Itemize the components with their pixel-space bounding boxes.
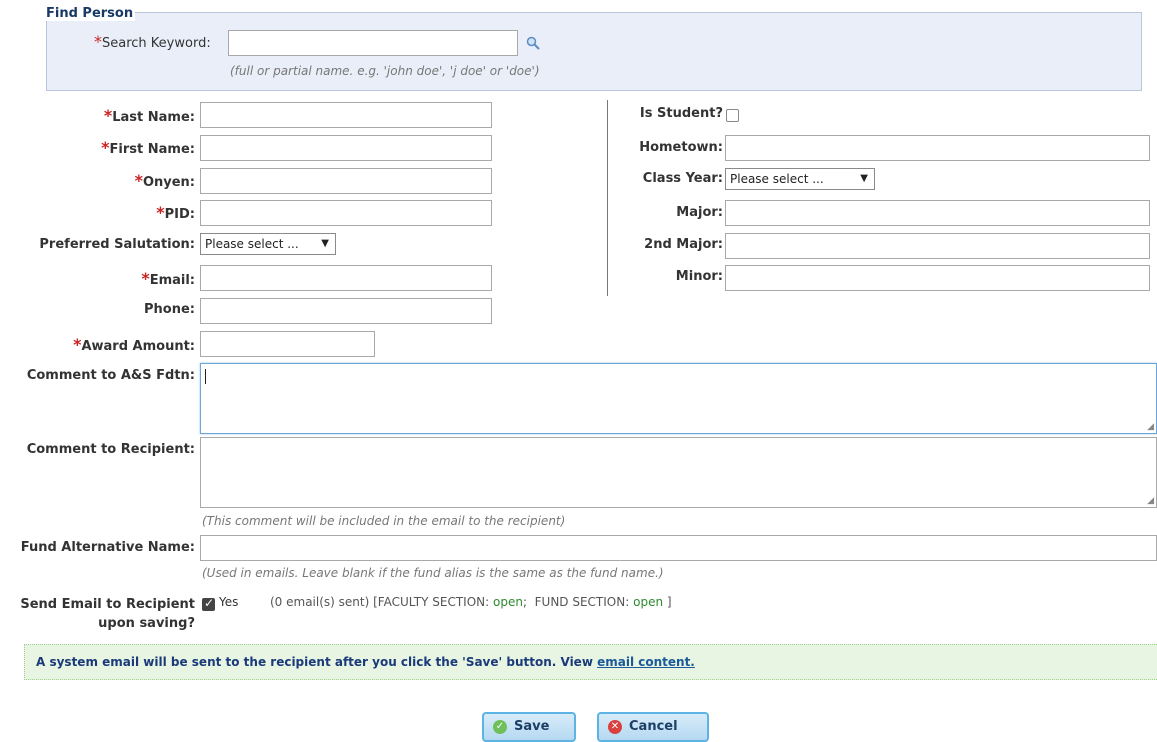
comment-fdtn-label: Comment to A&S Fdtn:: [26, 368, 195, 383]
email-status-text: (0 email(s) sent) [FACULTY SECTION: open…: [270, 595, 672, 609]
fund-alt-name-label: Fund Alternative Name:: [20, 540, 195, 555]
required-marker: *: [141, 269, 150, 288]
salutation-select[interactable]: Please select ... ▼: [200, 233, 336, 255]
email-status-suffix: ]: [666, 595, 672, 609]
column-divider: [607, 100, 608, 296]
onyen-input[interactable]: [200, 168, 492, 194]
pid-input[interactable]: [200, 200, 492, 226]
chevron-down-icon: ▼: [860, 173, 868, 184]
send-email-label-line1: Send Email to Recipient: [20, 597, 195, 612]
award-amount-label: *Award Amount:: [73, 335, 195, 354]
save-button-label: Save: [514, 719, 550, 734]
cancel-button[interactable]: ✕ Cancel: [597, 712, 709, 742]
check-circle-icon: ✓: [493, 720, 507, 734]
second-major-input[interactable]: [725, 233, 1150, 259]
chevron-down-icon: ▼: [321, 238, 329, 249]
required-marker: *: [134, 171, 143, 190]
phone-input[interactable]: [200, 298, 492, 324]
email-content-link[interactable]: email content.: [597, 655, 695, 669]
send-email-label-line2: upon saving?: [98, 616, 195, 631]
comment-recipient-textarea[interactable]: ◢: [200, 437, 1157, 508]
email-label-text: Email:: [149, 273, 195, 288]
onyen-label: *Onyen:: [135, 171, 195, 190]
second-major-label: 2nd Major:: [644, 237, 723, 252]
phone-label: Phone:: [144, 302, 195, 317]
faculty-section-status: open: [493, 595, 523, 609]
info-banner-text: A system email will be sent to the recip…: [36, 655, 695, 669]
search-keyword-label: *Search Keyword:: [94, 32, 211, 51]
required-marker: *: [94, 32, 102, 51]
info-banner-message: A system email will be sent to the recip…: [36, 655, 593, 669]
search-keyword-input[interactable]: [228, 30, 518, 56]
first-name-label-text: First Name:: [109, 142, 195, 157]
required-marker: *: [103, 106, 113, 125]
pid-label: *PID:: [156, 203, 195, 222]
email-status-prefix: (0 email(s) sent) [FACULTY SECTION:: [270, 595, 490, 609]
salutation-label: Preferred Salutation:: [39, 237, 195, 252]
hometown-label: Hometown:: [639, 140, 723, 155]
class-year-label: Class Year:: [642, 171, 723, 186]
comment-recipient-hint: (This comment will be included in the em…: [202, 514, 566, 528]
fund-alt-name-hint: (Used in emails. Leave blank if the fund…: [202, 566, 664, 580]
last-name-input[interactable]: [200, 102, 492, 128]
email-label: *Email:: [141, 269, 195, 288]
salutation-select-value: Please select ...: [205, 237, 299, 251]
award-amount-label-text: Award Amount:: [81, 339, 195, 354]
hometown-input[interactable]: [725, 135, 1150, 161]
fund-section-label: FUND SECTION:: [534, 595, 630, 609]
major-label: Major:: [676, 205, 723, 220]
comment-fdtn-textarea[interactable]: ◢: [200, 363, 1157, 434]
last-name-label-text: Last Name:: [112, 110, 195, 125]
major-input[interactable]: [725, 200, 1150, 226]
class-year-select-value: Please select ...: [730, 172, 824, 186]
resize-grip-icon[interactable]: ◢: [1147, 496, 1154, 506]
status-separator: ;: [522, 595, 527, 609]
find-person-panel: [46, 12, 1142, 91]
last-name-label: *Last Name:: [104, 106, 195, 125]
send-email-label: Send Email to Recipient upon saving?: [20, 595, 195, 633]
search-hint: (full or partial name. e.g. 'john doe', …: [230, 64, 540, 78]
text-cursor: [205, 369, 206, 384]
first-name-label: *First Name:: [101, 138, 195, 157]
cancel-button-label: Cancel: [629, 719, 678, 734]
class-year-select[interactable]: Please select ... ▼: [725, 168, 875, 190]
minor-label: Minor:: [675, 269, 723, 284]
is-student-label: Is Student?: [639, 106, 723, 121]
first-name-input[interactable]: [200, 135, 492, 161]
comment-recipient-label: Comment to Recipient:: [26, 442, 195, 457]
award-amount-input[interactable]: [200, 331, 375, 357]
resize-grip-icon[interactable]: ◢: [1147, 422, 1154, 432]
is-student-checkbox[interactable]: [726, 109, 739, 122]
search-icon[interactable]: [526, 36, 540, 50]
fund-section-status: open: [633, 595, 664, 609]
send-email-checkbox[interactable]: [202, 596, 215, 611]
search-keyword-label-text: Search Keyword:: [102, 36, 211, 51]
send-email-yes-label: Yes: [219, 595, 239, 609]
required-marker: *: [101, 138, 110, 157]
pid-label-text: PID:: [164, 207, 195, 222]
minor-input[interactable]: [725, 265, 1150, 291]
save-button[interactable]: ✓ Save: [482, 712, 576, 742]
cancel-circle-icon: ✕: [608, 720, 622, 734]
email-input[interactable]: [200, 265, 492, 291]
required-marker: *: [156, 203, 165, 222]
onyen-label-text: Onyen:: [142, 175, 195, 190]
fund-alt-name-input[interactable]: [200, 535, 1157, 561]
find-person-legend: Find Person: [44, 6, 136, 21]
